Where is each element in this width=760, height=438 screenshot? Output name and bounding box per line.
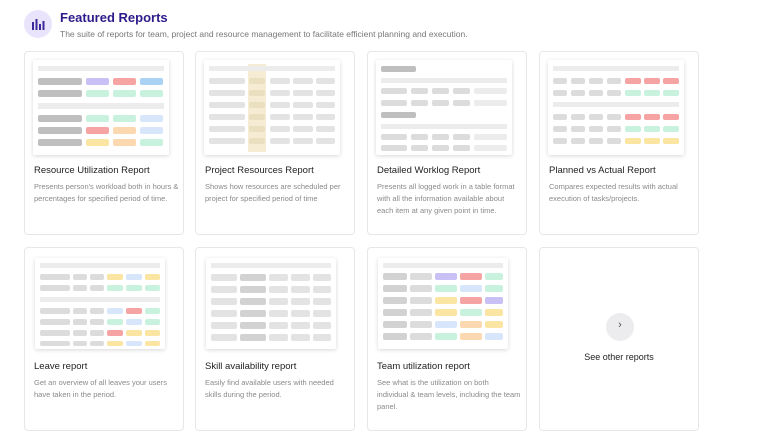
report-description: Compares expected results with actual ex… <box>549 182 678 203</box>
report-card-team-utilization[interactable]: Team utilization report See what is the … <box>367 247 527 431</box>
report-preview-thumbnail <box>378 258 508 349</box>
report-description: Easily find available users with needed … <box>205 378 334 399</box>
report-title: Skill availability report <box>205 361 297 372</box>
report-preview-thumbnail <box>376 60 512 155</box>
featured-reports-header: Featured Reports The suite of reports fo… <box>24 10 744 40</box>
report-description: See what is the utilization on both indi… <box>377 378 521 411</box>
see-other-reports-label: See other reports <box>584 352 654 362</box>
report-card-detailed-worklog[interactable]: Detailed Worklog Report Presents all log… <box>367 51 527 235</box>
report-title: Project Resources Report <box>205 165 314 176</box>
see-other-reports-card[interactable]: › See other reports <box>539 247 699 431</box>
report-card-project-resources[interactable]: Project Resources Report Shows how resou… <box>195 51 355 235</box>
report-title: Resource Utilization Report <box>34 165 150 176</box>
report-card-planned-vs-actual[interactable]: Planned vs Actual Report Compares expect… <box>539 51 699 235</box>
report-preview-thumbnail <box>35 258 165 349</box>
report-description: Presents person's workload both in hours… <box>34 182 179 203</box>
report-title: Leave report <box>34 361 88 372</box>
report-card-leave[interactable]: Leave report Get an overview of all leav… <box>24 247 184 431</box>
report-preview-thumbnail <box>548 60 684 155</box>
page-title: Featured Reports <box>60 10 168 25</box>
report-card-skill-availability[interactable]: Skill availability report Easily find av… <box>195 247 355 431</box>
bar-chart-icon <box>24 10 52 38</box>
report-preview-thumbnail <box>204 60 340 155</box>
page-subtitle: The suite of reports for team, project a… <box>60 29 468 39</box>
report-description: Get an overview of all leaves your users… <box>34 378 167 399</box>
report-title: Planned vs Actual Report <box>549 165 656 176</box>
chevron-right-icon: › <box>618 319 622 331</box>
report-card-resource-utilization[interactable]: Resource Utilization Report Presents per… <box>24 51 184 235</box>
see-other-reports-button[interactable]: › <box>606 313 634 341</box>
report-description: Shows how resources are scheduled per pr… <box>205 182 341 203</box>
report-title: Team utilization report <box>377 361 470 372</box>
report-title: Detailed Worklog Report <box>377 165 481 176</box>
report-description: Presents all logged work in a table form… <box>377 182 515 215</box>
report-preview-thumbnail <box>33 60 169 155</box>
report-preview-thumbnail <box>206 258 336 349</box>
